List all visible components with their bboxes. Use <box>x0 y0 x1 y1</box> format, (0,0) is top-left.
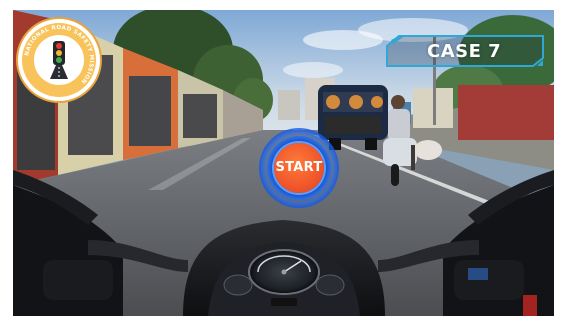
road-safety-logo: NATIONAL ROAD SAFETY MISSION <box>16 17 102 103</box>
start-button-label: START <box>275 160 323 175</box>
case-number-label: CASE 7 <box>427 41 502 62</box>
logo-emblem: NATIONAL ROAD SAFETY MISSION <box>16 17 102 103</box>
game-viewport: NATIONAL ROAD SAFETY MISSION CASE 7 STAR… <box>13 10 554 316</box>
start-button[interactable]: START <box>259 128 339 208</box>
case-indicator: CASE 7 <box>385 34 545 68</box>
